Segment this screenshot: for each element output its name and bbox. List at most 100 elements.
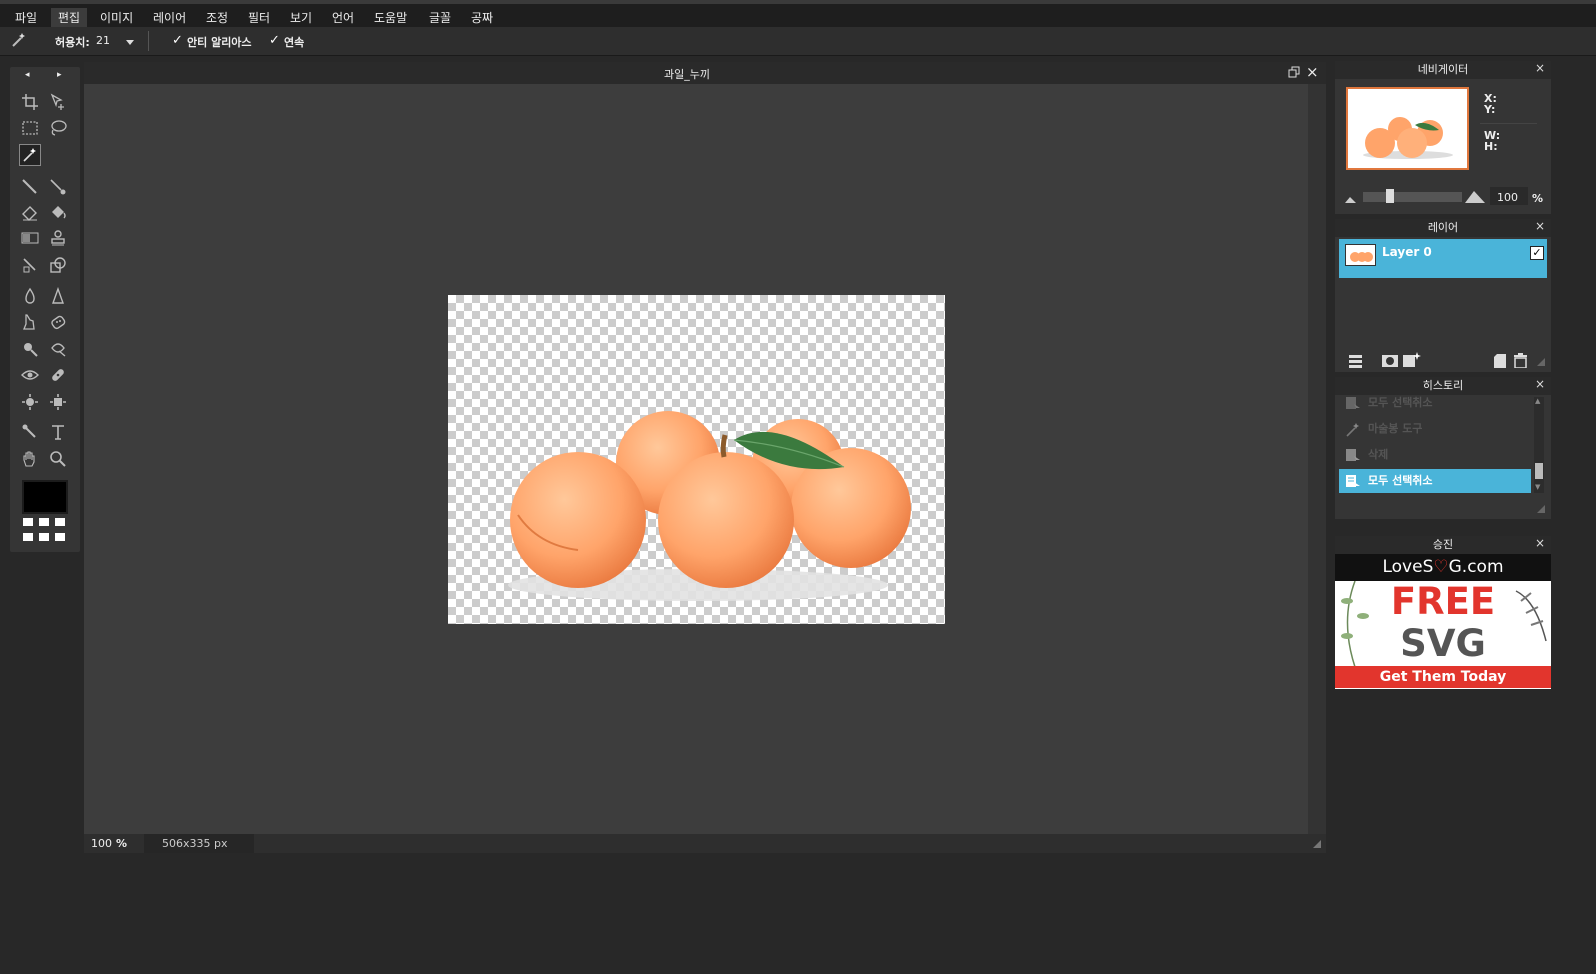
dodge-icon[interactable]	[19, 338, 41, 360]
zoom-out-icon[interactable]	[1345, 193, 1356, 206]
toolbox: ◂ ▸	[10, 67, 80, 552]
color-replace-icon[interactable]	[19, 254, 41, 276]
magic-wand-icon	[10, 31, 28, 52]
foreground-color-swatch[interactable]	[22, 480, 68, 514]
vertical-scrollbar[interactable]	[1308, 84, 1326, 834]
bloat-icon[interactable]	[19, 391, 41, 413]
image-canvas[interactable]	[448, 295, 945, 624]
menu-fonts[interactable]: 글꼴	[422, 8, 458, 28]
clone-stamp-icon[interactable]	[47, 227, 69, 249]
ad-cta-button[interactable]: Get Them Today	[1335, 666, 1551, 688]
zoom-icon[interactable]	[47, 448, 69, 470]
shape-icon[interactable]	[47, 254, 69, 276]
smudge-icon[interactable]	[19, 311, 41, 333]
gradient-icon[interactable]	[19, 227, 41, 249]
paint-bucket-icon[interactable]	[47, 201, 69, 223]
history-close-icon[interactable]: ×	[1535, 377, 1545, 391]
zoom-percent: %	[1532, 192, 1544, 205]
pinch-icon[interactable]	[47, 391, 69, 413]
history-scrollbar[interactable]: ▲ ▼	[1534, 397, 1544, 493]
sponge-icon[interactable]	[47, 311, 69, 333]
navigator-thumbnail[interactable]	[1346, 87, 1469, 170]
delete-layer-icon[interactable]	[1514, 353, 1527, 371]
history-title: 히스토리	[1335, 377, 1551, 395]
menu-help[interactable]: 도움말	[367, 8, 414, 28]
new-layer-icon[interactable]	[1494, 354, 1506, 371]
layer-name[interactable]: Layer 0	[1382, 245, 1432, 259]
layer-mask-icon[interactable]	[1382, 354, 1398, 371]
navigator-close-icon[interactable]: ×	[1535, 61, 1545, 75]
menu-language[interactable]: 언어	[325, 8, 361, 28]
new-layer-effect-icon[interactable]	[1403, 352, 1421, 371]
menu-edit[interactable]: 편집	[51, 8, 88, 28]
brush-icon[interactable]	[47, 175, 69, 197]
menu-layer[interactable]: 레이어	[146, 8, 193, 28]
pencil-icon[interactable]	[19, 175, 41, 197]
layers-panel: 레이어 × Layer 0 ✓	[1335, 219, 1551, 372]
zoom-in-icon[interactable]	[1465, 189, 1485, 206]
history-item[interactable]: 마술봉 도구	[1339, 417, 1531, 441]
menu-image[interactable]: 이미지	[93, 8, 140, 28]
navigator-panel: 네비게이터 × X: Y: W: H: 100 %	[1335, 61, 1551, 214]
layer-styles-icon[interactable]	[1349, 354, 1362, 371]
anti-alias-checkbox[interactable]: ✓	[172, 33, 183, 48]
ad-close-icon[interactable]: ×	[1535, 536, 1545, 550]
palette-grid[interactable]	[23, 518, 67, 544]
close-window-icon[interactable]: ×	[1306, 63, 1319, 81]
layer-row[interactable]: Layer 0 ✓	[1339, 239, 1547, 278]
tolerance-label: 허용치:	[55, 36, 90, 49]
ad-title: 승진	[1335, 536, 1551, 554]
menu-adjust[interactable]: 조정	[199, 8, 235, 28]
history-item[interactable]: 삭제	[1339, 443, 1531, 467]
history-item[interactable]: 모두 선택취소	[1339, 395, 1531, 415]
magic-wand-tool-icon[interactable]	[19, 144, 41, 166]
tolerance-input[interactable]: 21	[96, 34, 110, 47]
layer-thumbnail	[1345, 244, 1376, 266]
ad-banner[interactable]: FREE SVG	[1335, 581, 1551, 667]
layers-close-icon[interactable]: ×	[1535, 219, 1545, 233]
resize-handle-icon[interactable]	[1536, 357, 1546, 370]
layer-visibility-checkbox[interactable]: ✓	[1530, 246, 1544, 260]
history-panel: 히스토리 × 모두 선택취소 마술봉 도구 삭제 모두 선택취소 ▲ ▼	[1335, 377, 1551, 519]
menu-bar: 파일 편집 이미지 레이어 조정 필터 보기 언어 도움말 글꼴 공짜	[0, 0, 1596, 28]
zoom-slider-thumb[interactable]	[1385, 189, 1394, 203]
sharpen-icon[interactable]	[47, 285, 69, 307]
collapse-right-icon[interactable]: ▸	[57, 70, 62, 80]
lasso-icon[interactable]	[47, 117, 69, 139]
zoom-slider-track[interactable]	[1363, 192, 1462, 202]
status-bar: 100 % 506x335 px	[84, 834, 1326, 853]
menu-file[interactable]: 파일	[8, 8, 44, 28]
hand-icon[interactable]	[19, 448, 41, 470]
history-list: 모두 선택취소 마술봉 도구 삭제 모두 선택취소	[1335, 395, 1535, 497]
color-picker-icon[interactable]	[19, 421, 41, 443]
spot-heal-icon[interactable]	[47, 364, 69, 386]
menu-free[interactable]: 공짜	[464, 8, 500, 28]
options-bar: 허용치: 21 ✓ 안티 알리아스 ✓ 연속	[0, 27, 1596, 56]
menu-filter[interactable]: 필터	[241, 8, 277, 28]
burn-icon[interactable]	[47, 338, 69, 360]
tolerance-dropdown-icon[interactable]	[125, 36, 135, 49]
blur-icon[interactable]	[19, 285, 41, 307]
move-icon[interactable]	[47, 91, 69, 113]
zoom-value[interactable]: 100	[91, 837, 112, 850]
collapse-left-icon[interactable]: ◂	[25, 70, 30, 80]
zoom-input[interactable]: 100	[1497, 191, 1518, 204]
contiguous-checkbox[interactable]: ✓	[269, 33, 280, 48]
type-icon[interactable]	[47, 421, 69, 443]
marquee-icon[interactable]	[19, 117, 41, 139]
restore-window-icon[interactable]	[1288, 66, 1300, 81]
resize-handle-icon[interactable]	[1312, 839, 1322, 852]
history-item-active[interactable]: 모두 선택취소	[1339, 469, 1531, 493]
ad-brand-prefix: LoveS	[1382, 557, 1434, 577]
y-label: Y:	[1484, 103, 1496, 116]
ad-panel: 승진 × LoveS♡G.com FREE SVG Get Them Today	[1335, 536, 1551, 689]
red-eye-icon[interactable]	[19, 364, 41, 386]
resize-handle-icon[interactable]	[1536, 504, 1546, 517]
eraser-icon[interactable]	[19, 201, 41, 223]
divider	[148, 31, 149, 51]
menu-view[interactable]: 보기	[283, 8, 319, 28]
ad-line-svg: SVG	[1400, 622, 1486, 665]
ad-brand[interactable]: LoveS♡G.com	[1335, 554, 1551, 581]
crop-icon[interactable]	[19, 91, 41, 113]
history-scroll-thumb[interactable]	[1535, 463, 1543, 479]
